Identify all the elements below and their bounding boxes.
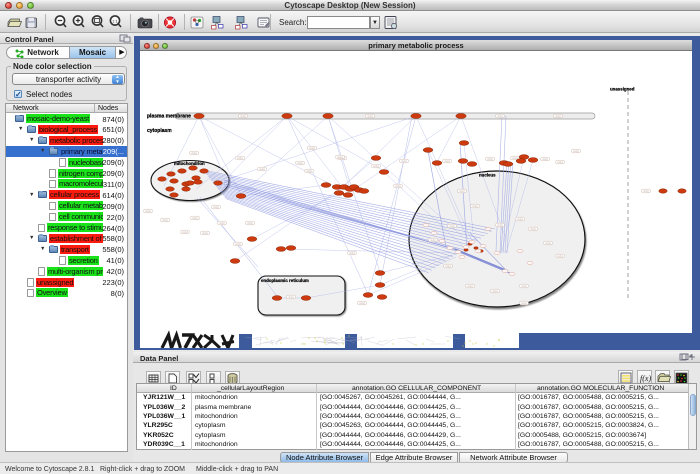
svg-text:xx(x): xx(x) [219,221,225,225]
svg-text:xx(x): xx(x) [401,159,407,163]
svg-text:xx(x): xx(x) [521,301,527,305]
svg-text:xx(x): xx(x) [395,184,401,188]
svg-text:xx(x): xx(x) [182,230,188,234]
svg-text:xx(x): xx(x) [337,155,343,159]
svg-text:xx(x): xx(x) [297,161,303,165]
svg-text:xx(x): xx(x) [288,295,294,299]
svg-text:xx(x): xx(x) [213,205,219,209]
svg-text:xx(x): xx(x) [487,157,493,161]
svg-text:xx(x): xx(x) [492,289,498,293]
svg-text:xx(x): xx(x) [237,156,243,160]
svg-text:xx(x): xx(x) [162,218,168,222]
svg-text:xx(x): xx(x) [259,167,265,171]
svg-text:xx(x): xx(x) [367,114,373,118]
svg-text:xx(x): xx(x) [373,164,379,168]
svg-text:xx(x): xx(x) [192,216,198,220]
svg-text:xx(x): xx(x) [521,284,527,288]
svg-text:xx(x): xx(x) [545,241,551,245]
svg-text:xx(x): xx(x) [145,209,151,213]
svg-text:xx(x): xx(x) [430,238,436,242]
svg-text:xx(x): xx(x) [573,149,579,153]
svg-text:xx(x): xx(x) [359,301,365,305]
svg-text:nucleus: nucleus [479,173,496,178]
svg-text:xx(x): xx(x) [497,223,503,227]
svg-text:xx(x): xx(x) [557,254,563,258]
svg-text:xx(x): xx(x) [349,251,355,255]
svg-text:xx(x): xx(x) [459,189,465,193]
svg-text:xx(x): xx(x) [555,114,561,118]
svg-text:xx(x): xx(x) [444,159,450,163]
svg-text:xx(x): xx(x) [445,264,451,268]
svg-text:xx(x): xx(x) [191,151,197,155]
svg-text:xx(x): xx(x) [247,221,253,225]
svg-text:xx(x): xx(x) [530,227,536,231]
svg-text:xx(x): xx(x) [449,224,455,228]
svg-text:xx(x): xx(x) [306,169,312,173]
svg-text:xx(x): xx(x) [202,231,208,235]
svg-text:xx(x): xx(x) [643,189,649,193]
svg-text:endoplasmic reticulum: endoplasmic reticulum [261,278,309,283]
svg-text:1:1: 1:1 [112,19,118,24]
svg-text:xx(x): xx(x) [472,204,478,208]
svg-text:unassigned: unassigned [610,87,635,92]
svg-text:xx(x): xx(x) [309,146,315,150]
svg-text:xx(x): xx(x) [557,160,563,164]
svg-text:xx(x): xx(x) [542,157,548,161]
svg-text:xx(x): xx(x) [467,284,473,288]
svg-text:xx(x): xx(x) [517,217,523,221]
svg-text:xx(x): xx(x) [235,242,241,246]
svg-text:mitochondrion: mitochondrion [174,161,205,166]
svg-text:plasma membrane: plasma membrane [147,114,191,120]
svg-text:xx(x): xx(x) [240,114,246,118]
svg-text:cytoplasm: cytoplasm [147,128,172,134]
svg-text:xx(x): xx(x) [497,114,503,118]
